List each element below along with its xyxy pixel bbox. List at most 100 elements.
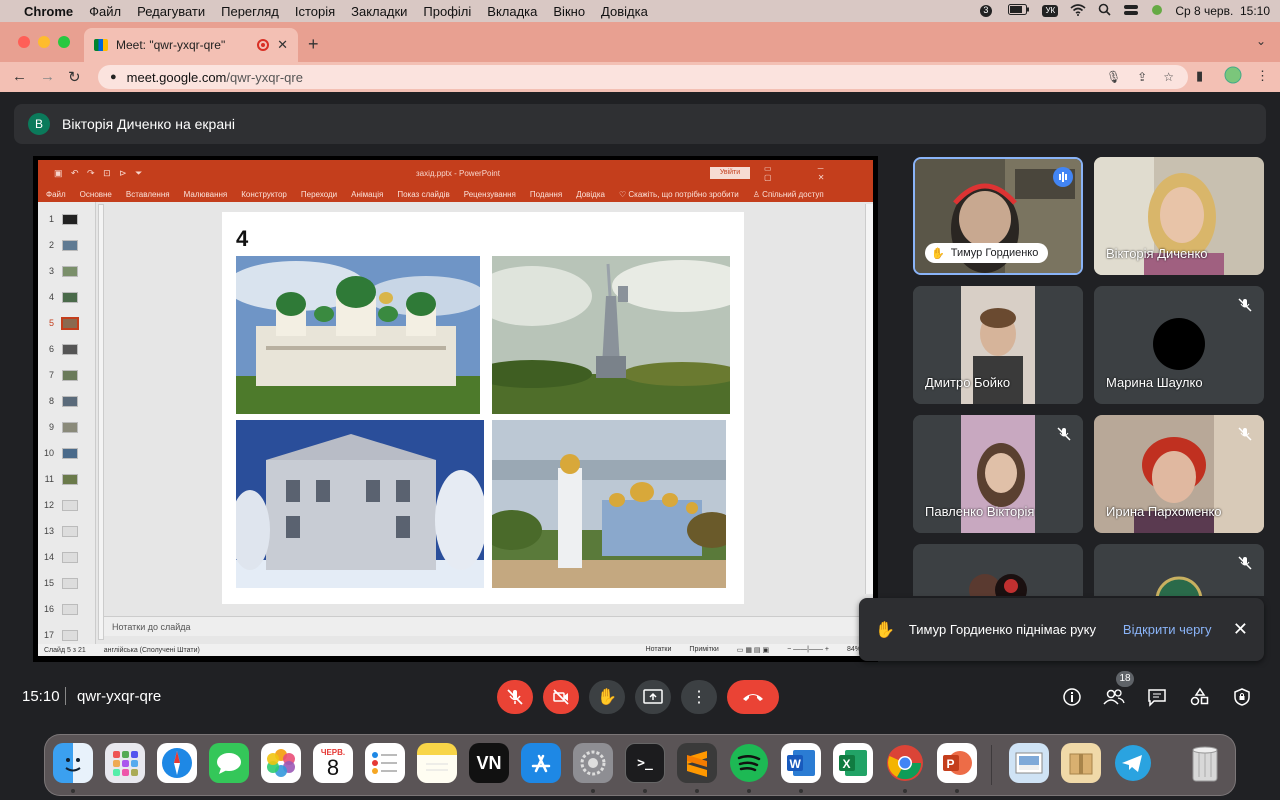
participant-tile[interactable]: Дмитро Бойко: [913, 286, 1083, 404]
reminders-icon[interactable]: [365, 743, 405, 783]
close-icon[interactable]: ✕: [1233, 619, 1248, 640]
archive-utility-icon[interactable]: [1061, 743, 1101, 783]
control-center-icon[interactable]: [1123, 4, 1139, 19]
presenter-avatar: В: [28, 113, 50, 135]
spotlight-search-icon[interactable]: [1098, 3, 1111, 19]
url-bar[interactable]: ● meet.google.com /qwr-yxqr-qre 🎙 ⇪ ☆: [98, 65, 1188, 89]
menu-history[interactable]: Історія: [295, 4, 335, 19]
close-tab-icon[interactable]: ✕: [277, 37, 288, 53]
terminal-icon[interactable]: >_: [625, 743, 665, 783]
toggle-camera-button[interactable]: [543, 680, 579, 714]
menu-app-name[interactable]: Chrome: [24, 4, 73, 19]
participant-tile[interactable]: Ирина Пархоменко: [1094, 415, 1264, 533]
raise-hand-button[interactable]: ✋: [589, 680, 625, 714]
more-options-button[interactable]: ⋮: [681, 680, 717, 714]
menu-edit[interactable]: Редагувати: [137, 4, 205, 19]
participant-name-pill: ✋ Тимур Гордиенко: [925, 243, 1049, 263]
menubar-clock[interactable]: Ср 8 черв. 15:10: [1175, 4, 1270, 18]
profile-avatar-icon[interactable]: [1224, 66, 1242, 87]
telegram-icon[interactable]: [1113, 743, 1153, 783]
menu-help[interactable]: Довідка: [601, 4, 648, 19]
calendar-day: 8: [326, 754, 340, 780]
app-store-icon[interactable]: [521, 743, 561, 783]
launchpad-icon[interactable]: [105, 743, 145, 783]
back-arrow-icon[interactable]: ←: [12, 68, 27, 85]
google-chrome-icon[interactable]: [885, 743, 925, 783]
toggle-microphone-button[interactable]: [497, 680, 533, 714]
participant-tile-partial[interactable]: [913, 544, 1083, 596]
notification-badge-icon[interactable]: 3: [978, 4, 996, 18]
bookmark-star-icon[interactable]: ☆: [1163, 70, 1174, 84]
ribbon-tab-design: Конструктор: [241, 189, 287, 199]
leave-call-button[interactable]: [727, 680, 779, 714]
notes-icon[interactable]: [417, 743, 457, 783]
activities-icon[interactable]: [1188, 685, 1212, 709]
finder-icon[interactable]: [53, 743, 93, 783]
trash-icon[interactable]: [1185, 743, 1225, 783]
ribbon-tab-insert: Вставлення: [125, 189, 170, 199]
browser-toolbar: ← → ↻ ● meet.google.com /qwr-yxqr-qre 🎙 …: [0, 62, 1280, 92]
browser-tab-meet[interactable]: Meet: "qwr-yxqr-qre" ✕: [84, 28, 298, 62]
participant-tile[interactable]: Марина Шаулко: [1094, 286, 1264, 404]
host-controls-shield-icon[interactable]: [1230, 685, 1254, 709]
share-icon[interactable]: ⇪: [1137, 70, 1147, 84]
slide-heading-number: 4: [236, 226, 249, 251]
reload-icon[interactable]: ↻: [68, 68, 81, 86]
sublime-text-icon[interactable]: [677, 743, 717, 783]
present-screen-button[interactable]: [635, 680, 671, 714]
microsoft-word-icon[interactable]: W: [781, 743, 821, 783]
spotify-icon[interactable]: [729, 743, 769, 783]
meeting-time: 15:10: [22, 688, 60, 705]
slide-thumbnail: 17: [38, 628, 92, 642]
participant-avatar: [1155, 576, 1203, 596]
vn-video-editor-icon[interactable]: VN: [469, 743, 509, 783]
menu-tab[interactable]: Вкладка: [487, 4, 537, 19]
safari-icon[interactable]: [157, 743, 197, 783]
participant-tile[interactable]: Павленко Вікторія: [913, 415, 1083, 533]
input-language-indicator[interactable]: УК: [1042, 5, 1059, 17]
running-indicator: [591, 789, 595, 793]
system-settings-icon[interactable]: [573, 743, 613, 783]
microphone-muted-icon: [1057, 427, 1071, 441]
tab-search-chevron-icon[interactable]: ⌄: [1256, 34, 1266, 48]
window-close-button[interactable]: [18, 36, 30, 48]
menu-bookmarks[interactable]: Закладки: [351, 4, 407, 19]
participant-name: Дмитро Бойко: [925, 375, 1011, 390]
chrome-menu-icon[interactable]: ⋮: [1256, 68, 1269, 84]
microsoft-powerpoint-icon[interactable]: P: [937, 743, 977, 783]
people-icon[interactable]: [1102, 685, 1126, 709]
side-panel-icon[interactable]: ▮: [1196, 68, 1203, 84]
wifi-icon[interactable]: [1070, 3, 1086, 19]
slide-thumbnail: 2: [38, 238, 92, 252]
raised-hand-icon: ✋: [875, 621, 895, 639]
meeting-code[interactable]: qwr-yxqr-qre: [77, 688, 161, 705]
calendar-icon[interactable]: ЧЕРВ. 8: [313, 743, 353, 783]
new-tab-plus-icon[interactable]: +: [308, 34, 319, 55]
menu-view[interactable]: Перегляд: [221, 4, 279, 19]
menu-file[interactable]: Файл: [89, 4, 121, 19]
window-maximize-button[interactable]: [58, 36, 70, 48]
hand-raised-message: Тимур Гордиенко піднімає руку: [908, 622, 1097, 637]
messages-icon[interactable]: [209, 743, 249, 783]
forward-arrow-icon[interactable]: →: [40, 68, 55, 85]
battery-icon[interactable]: [1008, 4, 1030, 18]
menu-window[interactable]: Вікно: [553, 4, 585, 19]
siri-icon[interactable]: [1151, 4, 1163, 19]
menu-profiles[interactable]: Профілі: [423, 4, 471, 19]
preview-image-icon[interactable]: [1009, 743, 1049, 783]
chat-icon[interactable]: [1145, 685, 1169, 709]
window-minimize-button[interactable]: [38, 36, 50, 48]
participant-tile-partial[interactable]: [1094, 544, 1264, 596]
ribbon-tab-review: Рецензування: [463, 189, 516, 199]
meeting-details-icon[interactable]: [1060, 685, 1084, 709]
participant-tile[interactable]: ✋ Тимур Гордиенко: [913, 157, 1083, 275]
terminal-prompt-glyph: >_: [637, 755, 653, 771]
open-queue-link[interactable]: Відкрити чергу: [1123, 622, 1212, 637]
participant-tile[interactable]: Вікторія Диченко: [1094, 157, 1264, 275]
photos-icon[interactable]: [261, 743, 301, 783]
microphone-icon[interactable]: 🎙: [1106, 70, 1121, 84]
running-indicator: [71, 789, 75, 793]
site-info-icon[interactable]: ●: [110, 71, 117, 83]
microsoft-excel-icon[interactable]: X: [833, 743, 873, 783]
status-language: англійська (Сполучені Штати): [103, 646, 200, 654]
